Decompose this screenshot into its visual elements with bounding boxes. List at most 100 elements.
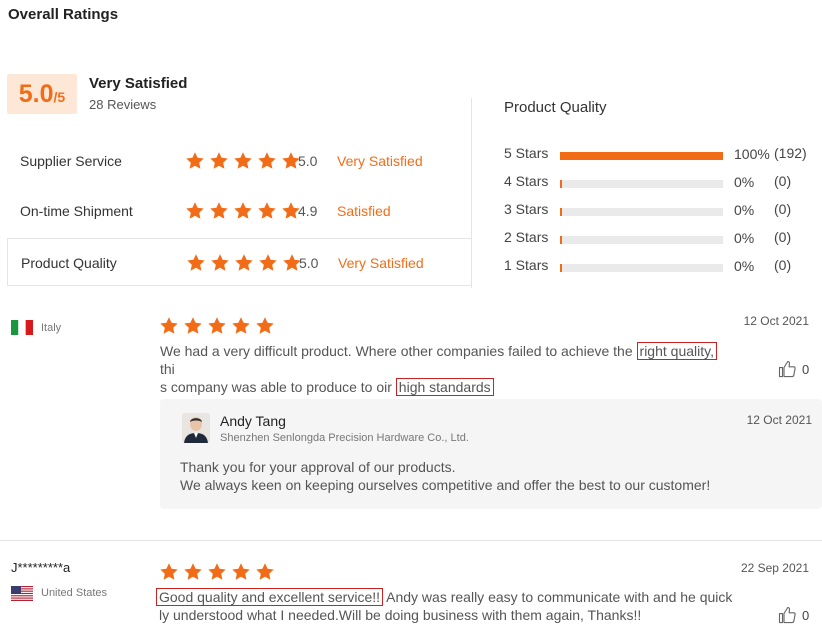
review-text: We had a very difficult product. Where o…: [160, 342, 730, 396]
avatar: [182, 413, 210, 443]
reply-text: Thank you for your approval of our produ…: [180, 458, 710, 494]
supplier-reply: Andy Tang Shenzhen Senlongda Precision H…: [160, 399, 822, 509]
review-date: 12 Oct 2021: [743, 314, 809, 328]
category-score: 5.0: [299, 255, 319, 271]
star-icon: [208, 317, 226, 334]
star-icon: [160, 563, 178, 580]
reply-company: Shenzhen Senlongda Precision Hardware Co…: [220, 432, 469, 444]
like-count: 0: [802, 607, 810, 623]
category-stars: [185, 151, 305, 171]
flag-italy-icon: [11, 320, 33, 340]
distribution-bar-fill: [560, 264, 562, 272]
review-count: 28 Reviews: [89, 97, 157, 112]
review-text-part: Andy was really easy to communicate with…: [383, 589, 733, 605]
distribution-label: 2 Stars: [504, 229, 549, 245]
review-stars: [159, 316, 279, 336]
star-icon: [256, 317, 274, 334]
category-name: On-time Shipment: [20, 203, 133, 219]
distribution-count: (0): [774, 229, 792, 245]
distribution-count: (0): [774, 173, 792, 189]
distribution-percent: 0%: [734, 230, 755, 246]
star-icon: [235, 254, 253, 271]
product-quality-title: Product Quality: [504, 99, 607, 116]
reviewer-name: J*********a: [11, 560, 71, 575]
category-row-on-time-shipment[interactable]: On-time Shipment 4.9 Satisfied: [7, 188, 471, 236]
star-icon: [258, 152, 276, 169]
review-text: Good quality and excellent service!! And…: [156, 588, 736, 624]
star-icon: [186, 152, 204, 169]
distribution-label: 5 Stars: [504, 145, 549, 161]
category-row-supplier-service[interactable]: Supplier Service 5.0 Very Satisfied: [7, 138, 471, 186]
flag-us-icon: [11, 586, 33, 606]
review-highlight: Good quality and excellent service!!: [156, 588, 384, 606]
star-icon: [184, 317, 202, 334]
like-button[interactable]: 0: [778, 360, 809, 378]
divider: [471, 98, 472, 288]
review-date: 22 Sep 2021: [740, 561, 809, 575]
reply-line: We always keen on keeping ourselves comp…: [180, 477, 711, 493]
reviewer-country: United States: [41, 587, 108, 599]
distribution-row-1: 1 Stars 0% (0): [504, 257, 822, 277]
distribution-row-4: 4 Stars 0% (0): [504, 173, 822, 193]
category-score: 4.9: [298, 203, 318, 219]
distribution-row-2: 2 Stars 0% (0): [504, 229, 822, 249]
review-text-part: s company was able to produce to oir: [160, 379, 396, 395]
like-count: 0: [802, 361, 810, 377]
distribution-percent: 0%: [734, 258, 755, 274]
category-row-product-quality[interactable]: Product Quality 5.0 Very Satisfied: [7, 238, 471, 286]
overall-score: 5.0: [18, 80, 54, 108]
star-icon: [210, 202, 228, 219]
star-icon: [187, 254, 205, 271]
category-verdict: Very Satisfied: [338, 255, 424, 271]
distribution-label: 1 Stars: [504, 257, 549, 273]
star-icon: [186, 202, 204, 219]
distribution-bar: [560, 208, 723, 216]
distribution-label: 4 Stars: [504, 173, 549, 189]
distribution-bar: [560, 236, 723, 244]
distribution-percent: 100%: [734, 146, 770, 162]
review-text-part: thi: [160, 361, 175, 377]
star-icon: [232, 563, 250, 580]
star-icon: [184, 563, 202, 580]
review-highlight: high standards: [395, 378, 494, 396]
distribution-row-5: 5 Stars 100% (192): [504, 145, 822, 165]
thumbs-up-icon: [778, 360, 796, 378]
overall-score-badge: 5.0/5: [7, 74, 77, 114]
category-verdict: Satisfied: [337, 203, 391, 219]
distribution-row-3: 3 Stars 0% (0): [504, 201, 822, 221]
review-text-part: We had a very difficult product. Where o…: [160, 343, 637, 359]
star-icon: [256, 563, 274, 580]
distribution-count: (192): [774, 145, 807, 161]
overall-label: Very Satisfied: [89, 75, 188, 92]
star-icon: [160, 317, 178, 334]
reply-name: Andy Tang: [220, 413, 286, 429]
star-icon: [258, 202, 276, 219]
distribution-bar: [560, 180, 723, 188]
divider: [0, 540, 822, 541]
star-icon: [234, 152, 252, 169]
distribution-bar-fill: [560, 236, 562, 244]
page-title: Overall Ratings: [8, 6, 119, 23]
star-icon: [208, 563, 226, 580]
distribution-percent: 0%: [734, 174, 755, 190]
thumbs-up-icon: [778, 606, 796, 624]
like-button[interactable]: 0: [778, 606, 809, 624]
reply-line: Thank you for your approval of our produ…: [180, 459, 456, 475]
distribution-bar: [560, 152, 723, 160]
category-score: 5.0: [298, 153, 318, 169]
category-stars: [185, 201, 305, 221]
category-name: Product Quality: [21, 255, 117, 271]
distribution-label: 3 Stars: [504, 201, 549, 217]
star-icon: [211, 254, 229, 271]
reviewer-country: Italy: [41, 322, 62, 334]
overall-score-suffix: /5: [53, 89, 66, 105]
distribution-percent: 0%: [734, 202, 755, 218]
review-stars: [159, 562, 279, 582]
distribution-bar: [560, 264, 723, 272]
star-icon: [234, 202, 252, 219]
star-icon: [210, 152, 228, 169]
star-icon: [232, 317, 250, 334]
review-highlight: right quality,: [636, 342, 717, 360]
category-stars: [186, 253, 306, 273]
distribution-bar-fill: [560, 152, 723, 160]
